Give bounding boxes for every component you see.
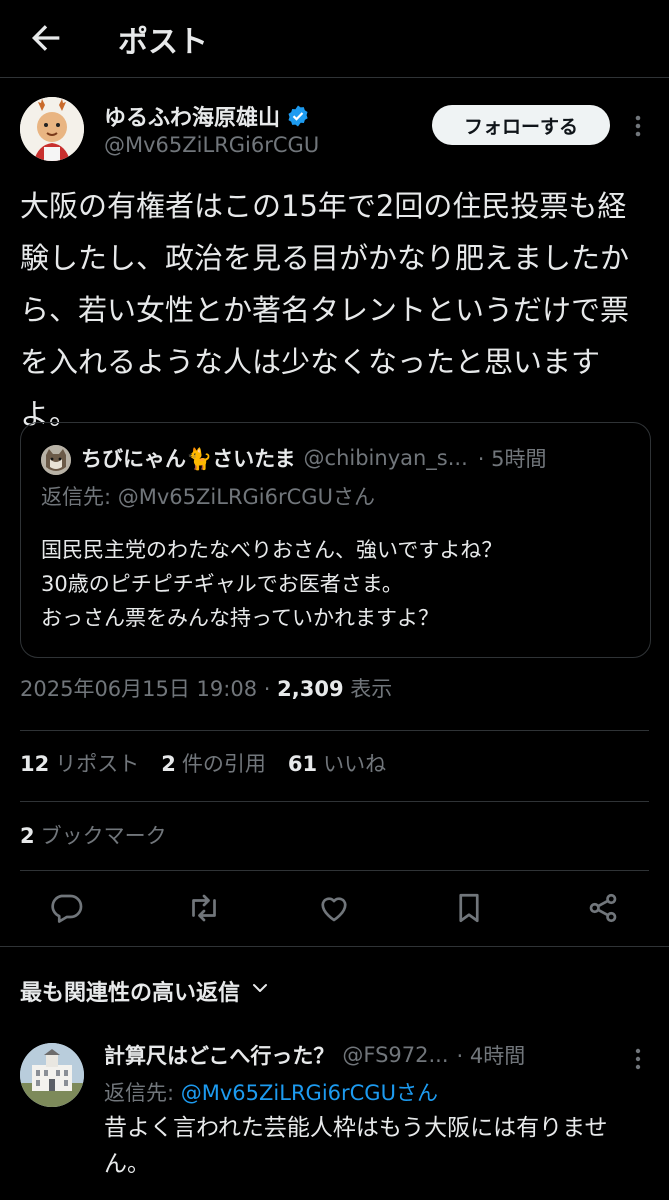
quoted-post-card[interactable]: ちびにゃん🐈さいたま @chibinyan_s... · 5時間 返信先: @M… xyxy=(20,422,651,658)
reply-sort-label: 最も関連性の高い返信 xyxy=(20,981,241,1006)
author-name-row[interactable]: ゆるふわ海原雄山 xyxy=(104,100,310,132)
bookmark-icon[interactable] xyxy=(451,890,487,926)
views-label: 表示 xyxy=(350,677,393,701)
reposts-stat[interactable]: 12 リポスト xyxy=(20,748,139,778)
more-options-icon[interactable] xyxy=(628,112,648,140)
verified-badge-icon xyxy=(286,104,310,128)
tweet-text: 大阪の有権者はこの15年で2回の住民投票も経験したし、政治を見る目がかなり肥えま… xyxy=(20,189,630,431)
likes-stat[interactable]: 61 いいね xyxy=(288,748,386,778)
quoted-post-text: 国民民主党のわたなべりおさん、強いですよね？ 30歳のピチピチギャルでお医者さま… xyxy=(41,533,502,635)
divider xyxy=(20,870,649,871)
reply-text: 昔よく言われた芸能人枠はもう大阪には有りません。 xyxy=(104,1115,608,1177)
quoted-line: おっさん票をみんな持っていかれますよ？ xyxy=(41,606,439,630)
author-name[interactable]: ゆるふわ海原雄山 xyxy=(104,100,280,132)
post-timestamp[interactable]: 2025年06月15日 19:08 xyxy=(20,677,257,701)
quotes-count: 2 xyxy=(161,752,176,776)
back-arrow-icon[interactable] xyxy=(26,18,66,58)
author-avatar[interactable] xyxy=(20,97,84,161)
reply-author-name[interactable]: 計算尺はどこへ行った？ xyxy=(104,1040,334,1070)
reply-author-avatar[interactable] xyxy=(20,1043,84,1107)
reply-header: 計算尺はどこへ行った？ @FS972... · 4時間 xyxy=(104,1040,649,1070)
quoted-author-name[interactable]: ちびにゃん🐈さいたま xyxy=(81,443,296,473)
reply-to-handle-link[interactable]: @Mv65ZiLRGi6rCGUさん xyxy=(181,1081,438,1105)
quoted-reply-to: 返信先: @Mv65ZiLRGi6rCGUさん xyxy=(41,485,375,509)
quoted-post-header: ちびにゃん🐈さいたま @chibinyan_s... · 5時間 xyxy=(81,443,641,473)
likes-label: いいね xyxy=(323,752,387,776)
bookmarks-stat[interactable]: 2 ブックマーク xyxy=(20,820,167,850)
divider xyxy=(0,946,669,947)
likes-count: 61 xyxy=(287,752,318,776)
engagement-stats: 12 リポスト 2 件の引用 61 いいね xyxy=(20,748,386,778)
divider xyxy=(20,801,649,802)
reply-icon[interactable] xyxy=(48,890,84,926)
reply-author-handle[interactable]: @FS972... xyxy=(342,1043,448,1067)
quotes-label: 件の引用 xyxy=(181,752,266,776)
follow-button[interactable]: フォローする xyxy=(432,105,610,145)
quoted-author-avatar[interactable] xyxy=(41,445,71,475)
chevron-down-icon xyxy=(250,978,270,1004)
reposts-label: リポスト xyxy=(55,752,140,776)
quoted-line: 国民民主党のわたなべりおさん、強いですよね？ xyxy=(41,538,503,562)
like-icon[interactable] xyxy=(316,890,352,926)
reply-more-options-icon[interactable] xyxy=(628,1046,648,1072)
reply-time[interactable]: · 4時間 xyxy=(457,1040,526,1070)
divider xyxy=(20,730,649,731)
page-title: ポスト xyxy=(118,25,208,60)
quoted-author-handle[interactable]: @chibinyan_s... xyxy=(304,446,468,470)
meta-separator: · xyxy=(263,677,271,701)
bookmarks-count: 2 xyxy=(20,824,35,848)
reposts-count: 12 xyxy=(20,752,50,776)
reply-to-prefix: 返信先: xyxy=(104,1081,181,1105)
author-handle[interactable]: @Mv65ZiLRGi6rCGU xyxy=(104,133,319,157)
repost-icon[interactable] xyxy=(186,890,222,926)
quoted-post-time[interactable]: · 5時間 xyxy=(478,443,547,473)
quoted-line: 30歳のピチピチギャルでお医者さま。 xyxy=(41,572,403,596)
reply-sort-dropdown[interactable]: 最も関連性の高い返信 xyxy=(20,975,270,1007)
post-meta: 2025年06月15日 19:08 · 2,309 表示 xyxy=(20,673,392,703)
top-bar: ポスト xyxy=(0,0,669,78)
share-icon[interactable] xyxy=(585,890,621,926)
reply-to-line: 返信先: @Mv65ZiLRGi6rCGUさん xyxy=(104,1077,438,1107)
views-count: 2,309 xyxy=(277,677,344,701)
bookmarks-label: ブックマーク xyxy=(40,824,167,848)
quotes-stat[interactable]: 2 件の引用 xyxy=(161,748,266,778)
action-bar xyxy=(0,890,669,930)
